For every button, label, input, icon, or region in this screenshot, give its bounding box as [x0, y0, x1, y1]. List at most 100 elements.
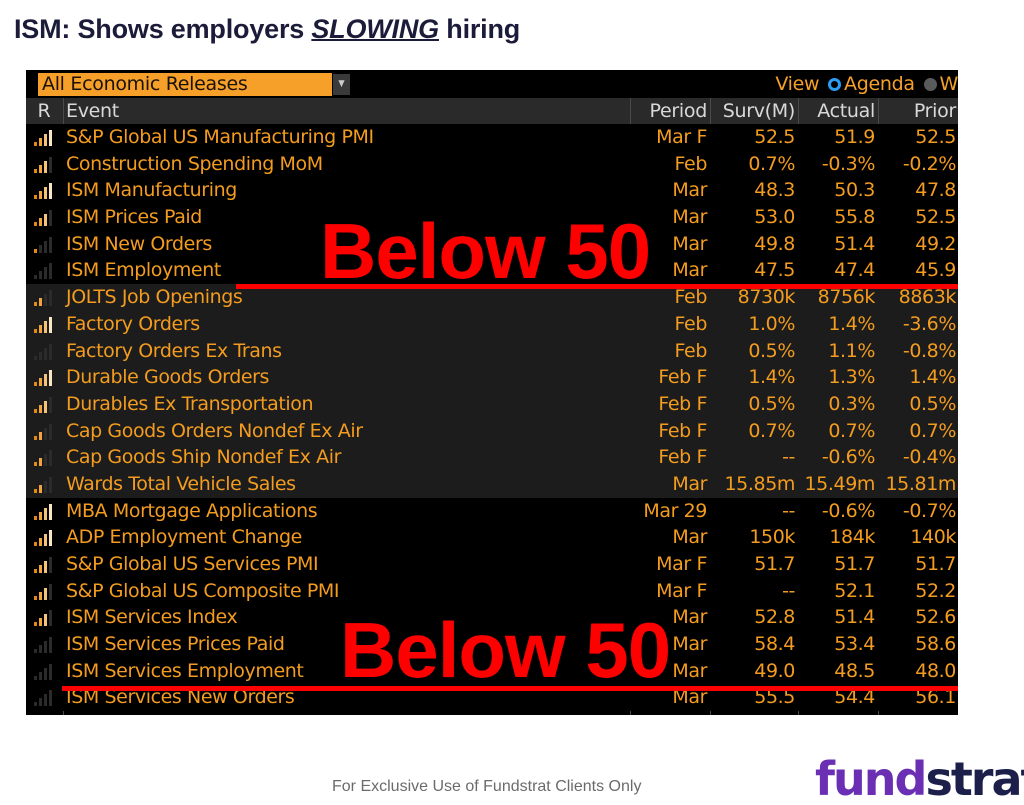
releases-dropdown[interactable]: All Economic Releases — [38, 73, 332, 96]
signal-bar — [44, 587, 47, 600]
view-option-w[interactable]: W — [940, 73, 959, 95]
dropdown-arrow-icon[interactable]: ▼ — [333, 74, 350, 95]
signal-bar — [39, 324, 42, 333]
event-name[interactable]: Cap Goods Ship Nondef Ex Air — [64, 444, 629, 471]
table-row[interactable]: Construction Spending MoM Feb 0.7% -0.3% -0.… — [26, 150, 958, 178]
survey-cell: 0.7% — [748, 419, 795, 442]
callout-below-50-services: Below 50 — [340, 606, 671, 694]
table-row[interactable]: ISM Manufacturing Mar 48.3 50.3 47.8 — [26, 177, 958, 205]
header-relevance[interactable]: R — [26, 98, 62, 124]
survey-cell: 150k — [749, 526, 795, 549]
event-name[interactable]: Durables Ex Transportation — [64, 391, 629, 418]
event-name[interactable]: S&P Global US Composite PMI — [64, 578, 629, 605]
period-cell: Mar F — [656, 553, 707, 575]
prior-cell: 51.7 — [915, 553, 956, 575]
relevance-cell — [26, 391, 62, 418]
event-name[interactable]: Wards Total Vehicle Sales — [64, 471, 629, 498]
header-period[interactable]: Period — [631, 98, 709, 124]
survey-cell: 0.5% — [748, 392, 795, 415]
header-actual[interactable]: Actual — [799, 98, 877, 124]
survey-cell: 52.8 — [754, 606, 795, 629]
view-option-agenda[interactable]: Agenda — [844, 73, 915, 95]
event-name[interactable]: Durable Goods Orders — [64, 364, 629, 391]
relevance-cell — [26, 177, 62, 204]
signal-bar — [44, 667, 47, 680]
period-cell: Mar — [672, 472, 707, 495]
table-row[interactable]: Factory Orders Ex Trans Feb 0.5% 1.1% -0.8% — [26, 337, 958, 365]
table-row[interactable]: MBA Mortgage Applications Mar 29 -- -0.6% -0… — [26, 497, 958, 525]
event-name[interactable]: S&P Global US Services PMI — [64, 551, 629, 578]
relevance-signal-icon — [34, 183, 54, 200]
relevance-cell — [26, 284, 62, 311]
survey-cell: 49.0 — [754, 659, 795, 682]
relevance-cell — [26, 444, 62, 471]
signal-bar — [44, 400, 47, 413]
prior-cell: 52.5 — [915, 206, 956, 229]
prior-cell: 45.9 — [915, 259, 956, 282]
fundstrat-logo: fundstrat — [815, 752, 1024, 805]
signal-bar — [49, 663, 52, 680]
signal-bar — [34, 195, 37, 200]
table-row[interactable]: S&P Global US Manufacturing PMI Mar F 52.5… — [26, 124, 958, 151]
header-event[interactable]: Event — [64, 98, 629, 124]
prior-cell: -3.6% — [902, 312, 957, 335]
survey-cell: 1.0% — [748, 312, 795, 335]
table-row[interactable]: Cap Goods Orders Nondef Ex Air Feb F 0.7% 0… — [26, 417, 958, 445]
signal-bar — [44, 240, 47, 253]
radio-w-icon[interactable] — [923, 78, 937, 91]
prior-cell: 52.2 — [915, 579, 956, 602]
event-name[interactable]: Factory Orders Ex Trans — [64, 338, 629, 365]
event-name[interactable]: MBA Mortgage Applications — [64, 498, 629, 525]
event-name[interactable]: ISM Manufacturing — [64, 177, 629, 204]
relevance-cell — [26, 364, 62, 391]
table-row[interactable]: Factory Orders Feb 1.0% 1.4% -3.6% — [26, 310, 958, 338]
table-row[interactable]: S&P Global US Composite PMI Mar F -- 52.1 52… — [26, 577, 958, 605]
logo-part-fund: fund — [815, 752, 927, 805]
actual-cell: 53.4 — [834, 633, 875, 656]
actual-cell: 48.5 — [834, 659, 875, 682]
table-row[interactable]: Durable Goods Orders Feb F 1.4% 1.3% 1.4% — [26, 364, 958, 391]
table-row[interactable]: S&P Global US Services PMI Mar F 51.7 51.7 5… — [26, 551, 958, 578]
event-name[interactable]: S&P Global US Manufacturing PMI — [64, 124, 629, 151]
relevance-cell — [26, 311, 62, 338]
actual-cell: 55.8 — [834, 206, 875, 229]
relevance-cell — [26, 604, 62, 631]
relevance-signal-icon — [34, 663, 54, 680]
table-row[interactable]: Wards Total Vehicle Sales Mar 15.85m 15.49m… — [26, 470, 958, 498]
signal-bar — [34, 622, 37, 627]
relevance-cell — [26, 658, 62, 685]
event-name[interactable]: Cap Goods Orders Nondef Ex Air — [64, 418, 629, 445]
actual-cell: -0.6% — [821, 446, 876, 469]
header-prior[interactable]: Prior — [879, 98, 958, 124]
relevance-signal-icon — [34, 290, 54, 307]
signal-bar — [44, 160, 47, 173]
relevance-signal-icon — [34, 530, 54, 547]
table-row[interactable]: Cap Goods Ship Nondef Ex Air Feb F -- -0.6%… — [26, 444, 958, 471]
economic-calendar-panel: All Economic Releases ▼ View Agenda W R … — [26, 70, 958, 715]
signal-bar — [34, 142, 37, 146]
slide-title: ISM: Shows employers SLOWING hiring — [14, 14, 520, 45]
relevance-signal-icon — [34, 370, 54, 387]
signal-bar — [39, 458, 42, 467]
prior-cell: -0.8% — [902, 339, 957, 362]
signal-bar — [49, 637, 52, 654]
table-row[interactable]: ADP Employment Change Mar 150k 184k 140k — [26, 524, 958, 551]
prior-cell: 58.6 — [915, 633, 956, 656]
relevance-signal-icon — [34, 210, 54, 227]
radio-agenda-icon[interactable] — [828, 78, 842, 91]
event-name[interactable]: ADP Employment Change — [64, 524, 629, 551]
prior-cell: 1.4% — [909, 366, 956, 389]
signal-bar — [44, 694, 47, 707]
signal-bar — [39, 138, 42, 146]
highlight-underline-manufacturing — [236, 284, 958, 289]
relevance-signal-icon — [34, 316, 54, 333]
relevance-cell — [26, 124, 62, 151]
event-name[interactable]: Factory Orders — [64, 311, 629, 338]
signal-bar — [34, 435, 37, 440]
header-survey[interactable]: Surv(M) — [711, 98, 797, 124]
signal-bar — [49, 316, 52, 333]
table-row[interactable]: Durables Ex Transportation Feb F 0.5% 0.3% 0… — [26, 390, 958, 418]
prior-cell: 0.7% — [909, 419, 956, 442]
actual-cell: 0.7% — [828, 419, 875, 442]
event-name[interactable]: Construction Spending MoM — [64, 151, 629, 178]
